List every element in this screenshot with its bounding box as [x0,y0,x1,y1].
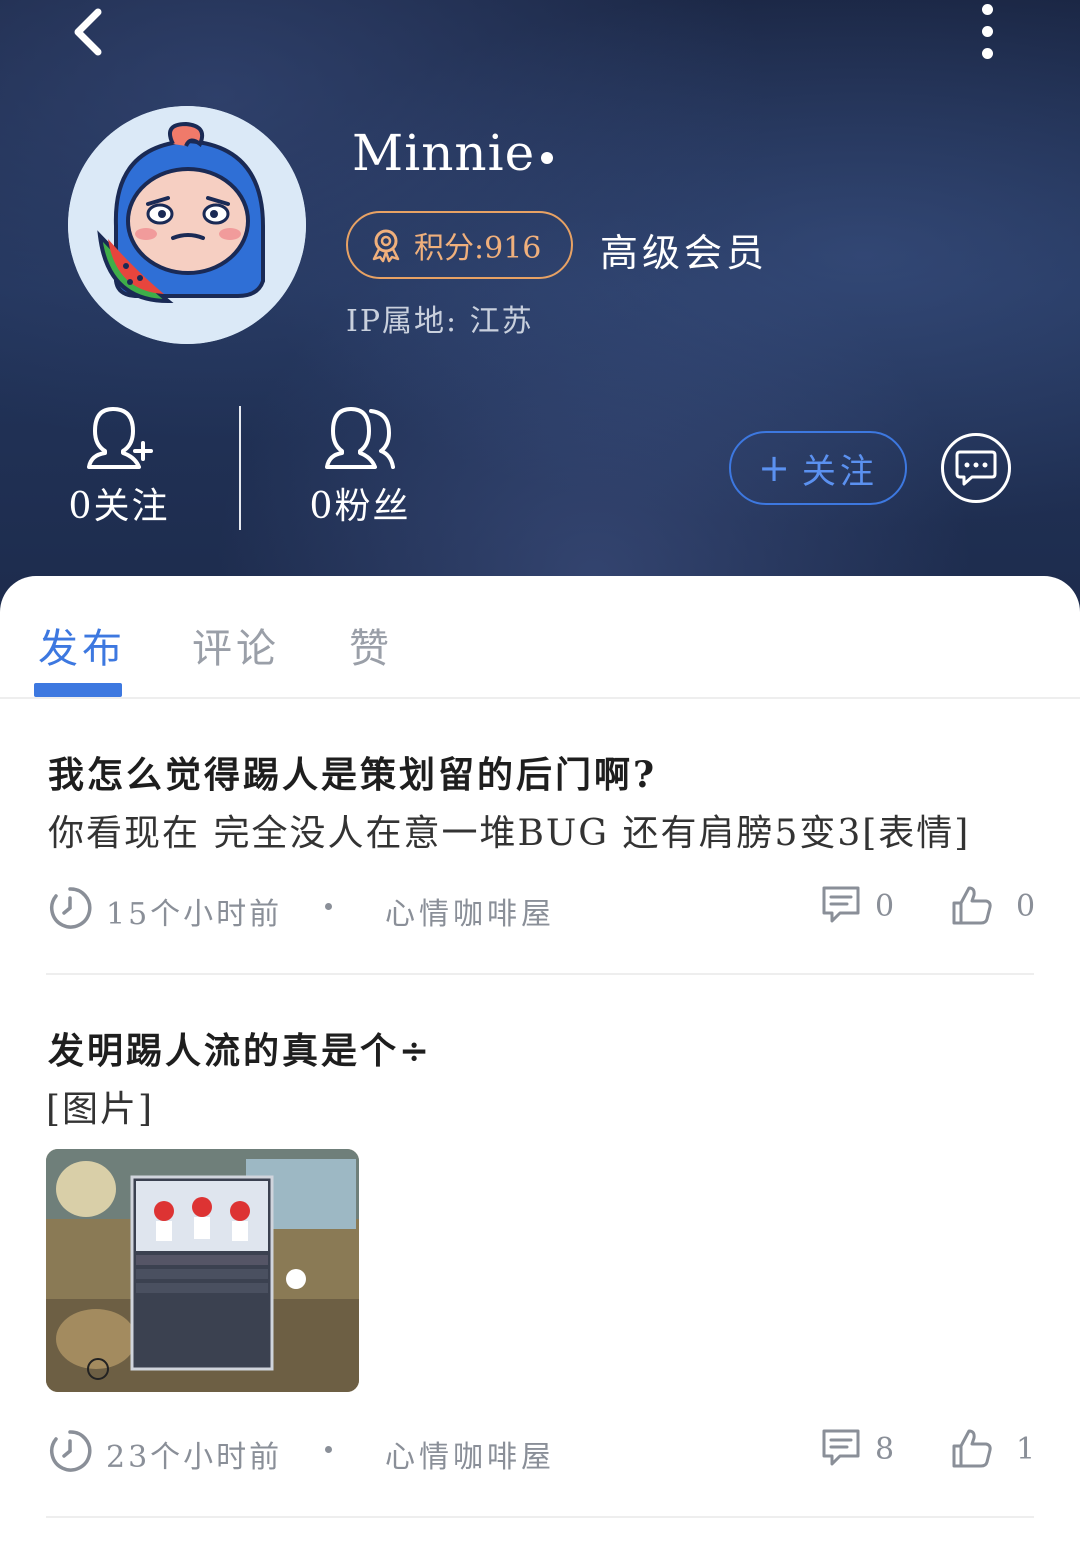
user-add-icon [87,407,153,469]
post-board[interactable]: 心情咖啡屋 [385,889,555,933]
profile-header: Minnie 积分:916 高级会员 IP属地: 江苏 0关注 0粉丝 + 关注 [0,0,1080,640]
tab-posts[interactable]: 发布 [38,616,126,674]
more-vertical-icon [982,4,993,15]
plus-icon: + [758,446,794,490]
post-title[interactable]: 发明踢人流的真是个÷ [48,1022,432,1074]
post-meta: 15个小时前 心情咖啡屋 0 0 [48,883,1038,933]
post-meta: 23个小时前 心情咖啡屋 8 1 [48,1426,1038,1476]
post-body[interactable]: 你看现在 完全没人在意一堆BUG 还有肩膀5变3[表情] [48,804,970,856]
clock-icon [50,887,92,929]
followers-stat[interactable]: 0粉丝 [285,405,435,529]
comment-count: 8 [875,1432,895,1467]
stat-divider [239,406,241,530]
points-label: 积分:916 [414,231,542,266]
like-count: 1 [1016,1432,1036,1467]
post-image[interactable] [46,1149,359,1392]
more-options-button[interactable] [972,4,1004,60]
tab-likes[interactable]: 赞 [349,616,393,674]
post-divider [46,1516,1034,1518]
active-tab-indicator [34,683,122,697]
member-level: 高级会员 [600,231,769,275]
username: Minnie [352,124,536,182]
comment-icon[interactable] [820,1428,862,1468]
avatar[interactable] [68,106,306,344]
post-body[interactable]: [图片] [46,1080,154,1132]
tabs-divider [0,697,1080,699]
back-button[interactable] [66,6,116,56]
thumbs-up-icon[interactable] [950,1426,994,1470]
game-screenshot-image [46,1149,359,1392]
follow-button[interactable]: + 关注 [729,431,907,505]
users-icon [325,407,395,469]
like-count: 0 [1016,889,1036,924]
follow-button-label: 关注 [801,451,878,492]
post-board[interactable]: 心情咖啡屋 [385,1432,555,1476]
post-divider [46,973,1034,975]
followers-label: 0粉丝 [309,486,411,527]
ip-location: IP属地: 江苏 [346,304,534,339]
comment-icon[interactable] [820,885,862,925]
comment-count: 0 [875,889,895,924]
online-status-dot [541,152,553,164]
chevron-left-icon [74,8,102,56]
avatar-image [68,106,306,344]
content-panel: 发布 评论 赞 我怎么觉得踢人是策划留的后门啊? 你看现在 完全没人在意一堆BU… [0,576,1080,1549]
chat-bubble-icon [955,450,997,486]
thumbs-up-icon[interactable] [950,883,994,927]
tab-comments[interactable]: 评论 [192,616,280,674]
post-title[interactable]: 我怎么觉得踢人是策划留的后门啊? [48,746,657,798]
medal-icon [372,229,400,263]
following-stat[interactable]: 0关注 [44,405,194,529]
points-badge[interactable]: 积分:916 [346,211,573,279]
post-time: 23个小时前 [106,1440,283,1475]
clock-icon [50,1430,92,1472]
post-time: 15个小时前 [106,897,283,932]
following-label: 0关注 [68,486,170,527]
message-button[interactable] [941,433,1011,503]
